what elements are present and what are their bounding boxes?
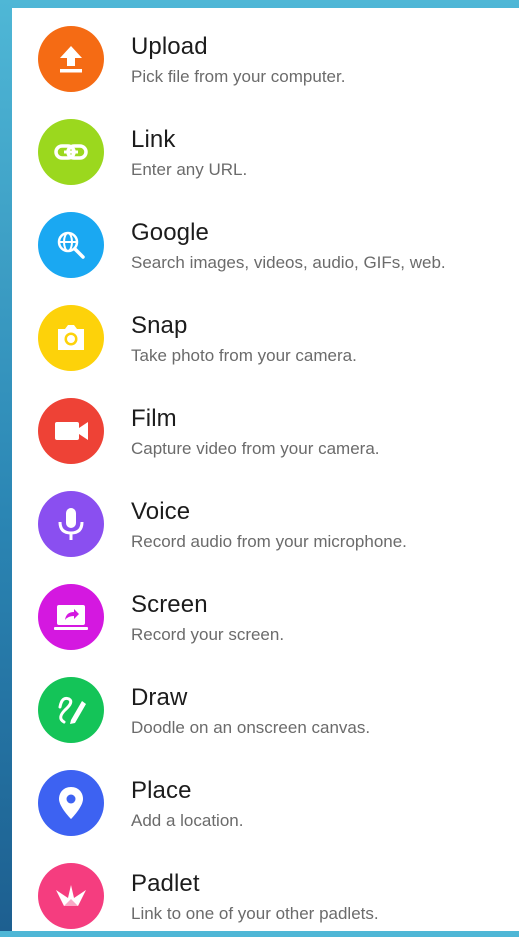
menu-item-label: Screen bbox=[131, 591, 208, 618]
menu-item-description: Record your screen. bbox=[131, 625, 285, 644]
menu-item-place[interactable]: Place Add a location. bbox=[12, 752, 519, 844]
menu-item-description: Search images, videos, audio, GIFs, web. bbox=[131, 253, 446, 272]
menu-item-label: Upload bbox=[131, 33, 208, 60]
menu-item-description: Capture video from your camera. bbox=[131, 439, 380, 458]
location-pin-icon bbox=[38, 770, 104, 836]
link-icon bbox=[38, 119, 104, 185]
menu-item-description: Doodle on an onscreen canvas. bbox=[131, 718, 371, 737]
menu-item-label: Place bbox=[131, 777, 192, 804]
draw-pencil-icon bbox=[38, 677, 104, 743]
menu-item-label: Padlet bbox=[131, 870, 200, 897]
menu-item-draw[interactable]: Draw Doodle on an onscreen canvas. bbox=[12, 659, 519, 751]
menu-item-film[interactable]: Film Capture video from your camera. bbox=[12, 380, 519, 472]
microphone-icon bbox=[38, 491, 104, 557]
menu-item-google[interactable]: Google Search images, videos, audio, GIF… bbox=[12, 194, 519, 286]
menu-item-snap[interactable]: Snap Take photo from your camera. bbox=[12, 287, 519, 379]
menu-item-link[interactable]: Link Enter any URL. bbox=[12, 101, 519, 193]
menu-item-padlet[interactable]: Padlet Link to one of your other padlets… bbox=[12, 845, 519, 937]
menu-item-label: Google bbox=[131, 219, 209, 246]
screen-share-icon bbox=[38, 584, 104, 650]
camera-icon bbox=[38, 305, 104, 371]
menu-item-label: Draw bbox=[131, 684, 188, 711]
menu-item-description: Link to one of your other padlets. bbox=[131, 904, 379, 923]
add-content-menu: Upload Pick file from your computer. Lin… bbox=[12, 8, 519, 931]
padlet-bird-icon bbox=[38, 863, 104, 929]
menu-item-description: Enter any URL. bbox=[131, 160, 248, 179]
menu-item-description: Take photo from your camera. bbox=[131, 346, 357, 365]
menu-item-voice[interactable]: Voice Record audio from your microphone. bbox=[12, 473, 519, 565]
menu-item-upload[interactable]: Upload Pick file from your computer. bbox=[12, 8, 519, 100]
globe-search-icon bbox=[38, 212, 104, 278]
menu-item-label: Voice bbox=[131, 498, 191, 525]
menu-item-label: Film bbox=[131, 405, 177, 432]
menu-item-label: Snap bbox=[131, 312, 188, 339]
upload-icon bbox=[38, 26, 104, 92]
menu-item-description: Record audio from your microphone. bbox=[131, 532, 407, 551]
menu-item-description: Add a location. bbox=[131, 811, 244, 830]
menu-item-screen[interactable]: Screen Record your screen. bbox=[12, 566, 519, 658]
menu-item-label: Link bbox=[131, 126, 176, 153]
menu-item-description: Pick file from your computer. bbox=[131, 67, 346, 86]
video-camera-icon bbox=[38, 398, 104, 464]
